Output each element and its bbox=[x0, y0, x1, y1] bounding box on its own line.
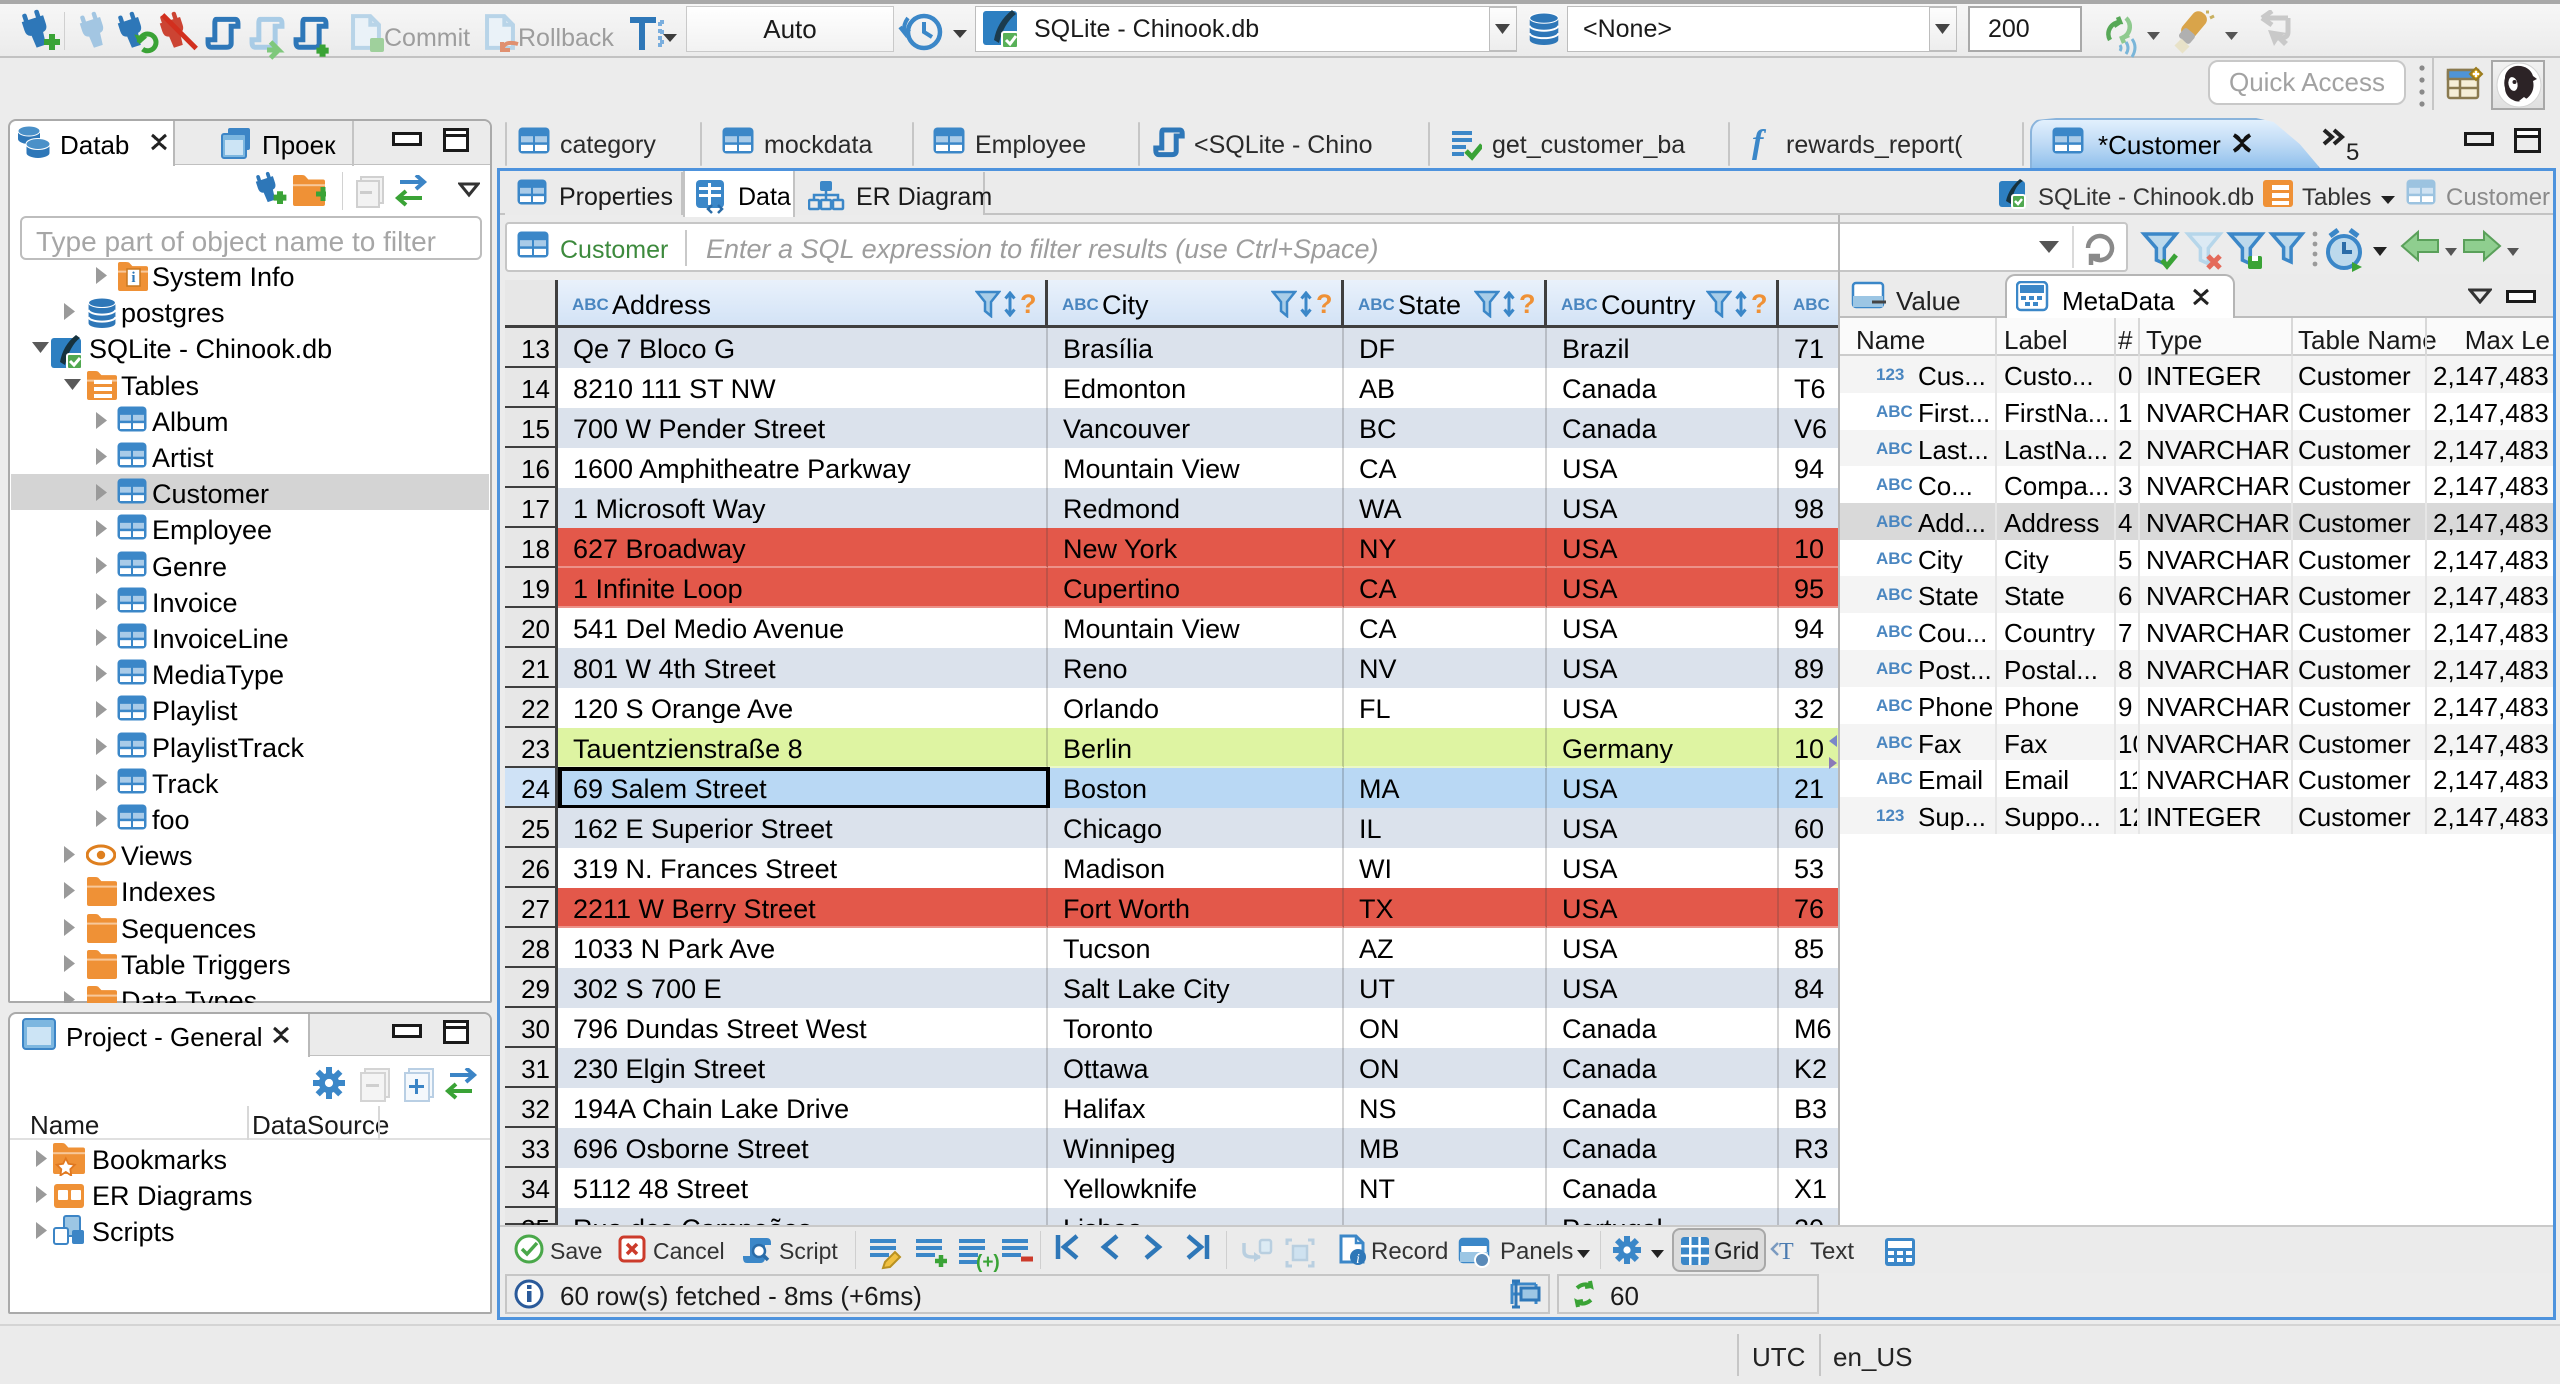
svg-text:ABC: ABC bbox=[1876, 769, 1912, 787]
svg-text:T: T bbox=[1779, 1239, 1794, 1265]
svg-text:123: 123 bbox=[1876, 806, 1904, 824]
svg-text:ABC: ABC bbox=[1561, 296, 1597, 312]
svg-text:ABC: ABC bbox=[1876, 512, 1912, 530]
svg-text:ABC: ABC bbox=[1876, 402, 1912, 420]
svg-text:ABC: ABC bbox=[1876, 659, 1912, 677]
svg-text:ABC: ABC bbox=[1876, 696, 1912, 714]
svg-text:(+): (+) bbox=[976, 1252, 1000, 1273]
svg-text:ABC: ABC bbox=[1876, 439, 1912, 457]
svg-text:ABC: ABC bbox=[1876, 585, 1912, 603]
svg-text:ABC: ABC bbox=[1876, 733, 1912, 751]
svg-text:ABC: ABC bbox=[1876, 622, 1912, 640]
svg-text:ABC: ABC bbox=[1793, 296, 1829, 312]
svg-text:ABC: ABC bbox=[1062, 296, 1098, 312]
svg-text:ABC: ABC bbox=[572, 296, 608, 312]
svg-text:f: f bbox=[1752, 126, 1767, 161]
svg-text:i: i bbox=[1356, 1252, 1360, 1267]
svg-text:123: 123 bbox=[1876, 365, 1904, 383]
svg-text:ABC: ABC bbox=[1876, 475, 1912, 493]
svg-text:i: i bbox=[131, 270, 135, 286]
svg-text:ABC: ABC bbox=[1358, 296, 1394, 312]
svg-text:ABC: ABC bbox=[1876, 549, 1912, 567]
svg-text:5: 5 bbox=[2346, 139, 2359, 164]
